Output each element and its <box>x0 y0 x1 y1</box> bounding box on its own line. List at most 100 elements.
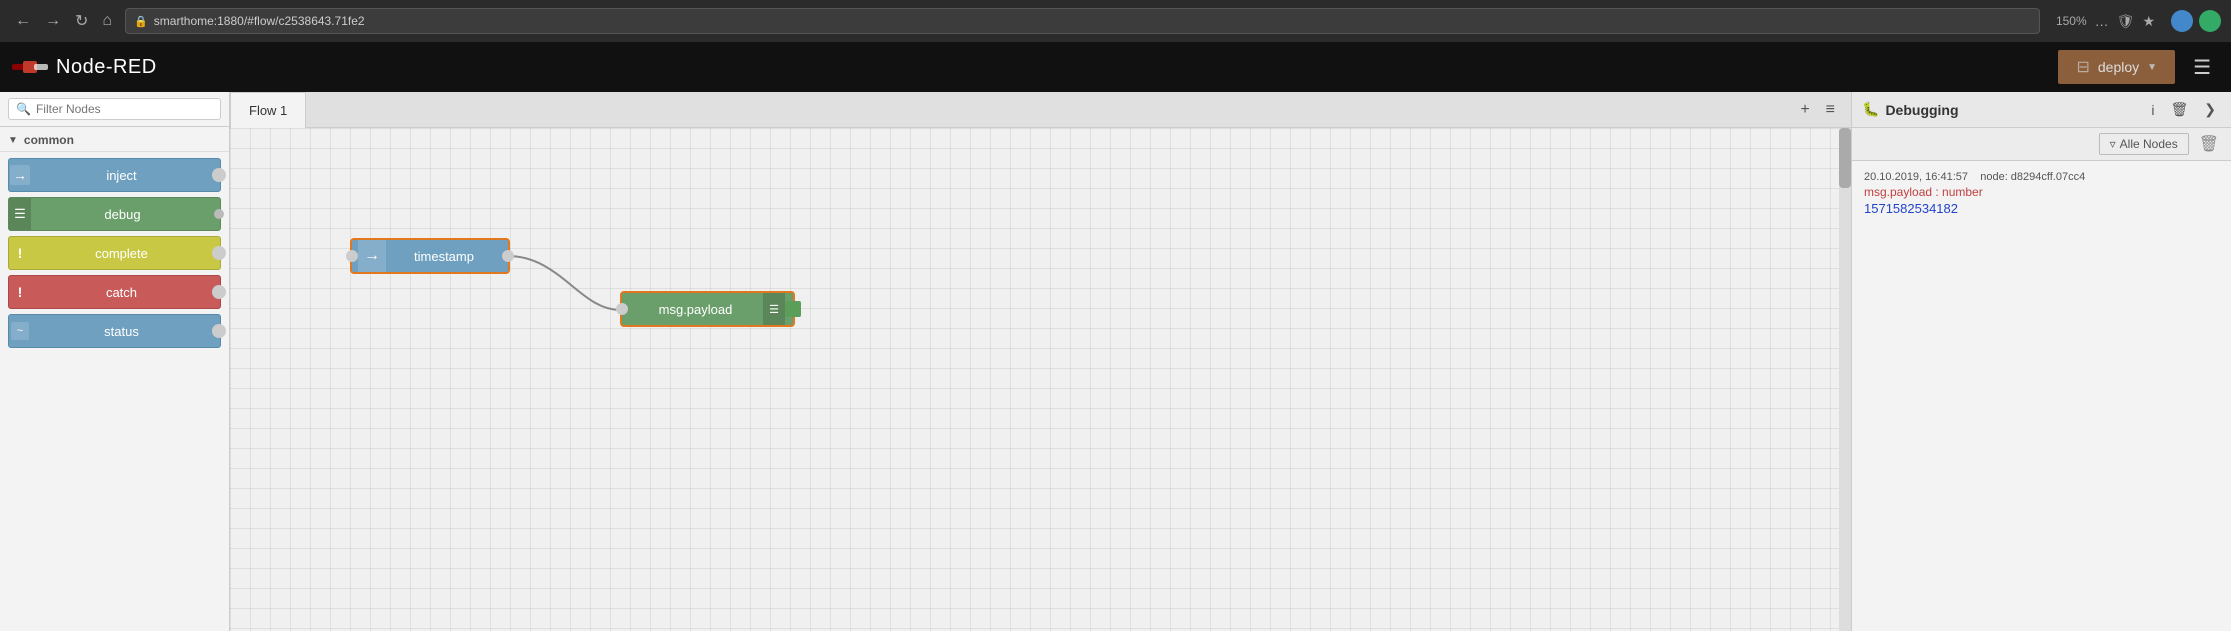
add-flow-button[interactable]: + <box>1794 99 1815 121</box>
refresh-button[interactable]: ↻ <box>70 9 93 33</box>
debug-clear-all-button[interactable]: 🗑 <box>2165 99 2193 120</box>
shield-icon[interactable]: 🛡 <box>2117 13 2135 30</box>
app-container: Node-RED ⊟ deploy ▼ ☰ 🔍 ▼ common <box>0 42 2231 631</box>
debug-menu-icon: ☰ <box>9 198 31 230</box>
deploy-label: deploy <box>2098 59 2139 75</box>
deploy-dropdown-arrow: ▼ <box>2147 62 2157 73</box>
more-options-icon[interactable]: … <box>2095 13 2109 29</box>
canvas-node-msgpayload[interactable]: msg.payload ☰ <box>620 291 795 327</box>
catch-output-port <box>212 285 226 299</box>
inject-icon: → <box>9 159 31 191</box>
complete-node-label: complete <box>31 246 212 261</box>
browser-profile-area <box>2171 10 2221 32</box>
complete-icon: ! <box>9 237 31 269</box>
canvas-wires <box>230 128 1851 631</box>
debug-node-id: node: d8294cff.07cc4 <box>1980 171 2085 183</box>
debug-clear-button[interactable]: 🗑 <box>2195 132 2223 156</box>
zoom-level: 150% <box>2056 14 2087 28</box>
debug-entry-meta: 20.10.2019, 16:41:57 node: d8294cff.07cc… <box>1864 171 2219 183</box>
deploy-button[interactable]: ⊟ deploy ▼ <box>2058 50 2175 84</box>
debug-panel: 🐛 Debugging i 🗑 ❯ ▿ Alle Nodes 🗑 20.10. <box>1851 92 2231 631</box>
inject-node-label: inject <box>31 168 212 183</box>
msgpayload-node-menu: ☰ <box>763 293 785 325</box>
logo-icon <box>12 56 48 78</box>
msgpayload-node-label: msg.payload <box>628 302 763 317</box>
debug-expand-button[interactable]: ❯ <box>2199 99 2221 120</box>
filter-nodes-input[interactable] <box>36 102 213 116</box>
debug-info-button[interactable]: i <box>2146 100 2159 120</box>
debug-panel-header: 🐛 Debugging i 🗑 ❯ <box>1852 92 2231 128</box>
url-text: smarthome:1880/#flow/c2538643.71fe2 <box>154 14 365 28</box>
inject-output-port <box>212 168 226 182</box>
sidebar-nodes: 🔍 ▼ common → inject <box>0 92 230 631</box>
debug-node-label: debug <box>31 207 214 222</box>
canvas-grid[interactable]: → timestamp msg.payload ☰ <box>230 128 1851 631</box>
filter-funnel-icon: ▿ <box>2110 137 2116 151</box>
debug-value[interactable]: 1571582534182 <box>1864 201 2219 216</box>
canvas-vertical-scrollbar[interactable] <box>1839 128 1851 631</box>
forward-button[interactable]: → <box>40 10 66 32</box>
flow-list-button[interactable]: ≡ <box>1820 99 1841 121</box>
browser-actions: … 🛡 ★ <box>2095 13 2155 30</box>
sidebar-node-inject[interactable]: → inject <box>8 158 221 192</box>
sidebar-filter-area: 🔍 <box>0 92 229 127</box>
debug-output-port <box>214 209 224 219</box>
user-avatar[interactable] <box>2171 10 2193 32</box>
debug-timestamp: 20.10.2019, 16:41:57 <box>1864 171 1968 183</box>
status-icon: ~ <box>9 315 31 347</box>
browser-nav-buttons: ← → ↻ ⌂ <box>10 9 117 33</box>
app-title: Node-RED <box>56 56 157 79</box>
back-button[interactable]: ← <box>10 10 36 32</box>
canvas-area: Flow 1 + ≡ → times <box>230 92 1851 631</box>
debug-content: 20.10.2019, 16:41:57 node: d8294cff.07cc… <box>1852 161 2231 631</box>
browser-chrome: ← → ↻ ⌂ 🔒 smarthome:1880/#flow/c2538643.… <box>0 0 2231 42</box>
catch-icon: ! <box>9 276 31 308</box>
debug-toolbar: ▿ Alle Nodes 🗑 <box>1852 128 2231 161</box>
nodes-list: → inject ☰ debug ! <box>0 152 229 631</box>
wire-timestamp-debug <box>508 256 620 310</box>
url-bar[interactable]: 🔒 smarthome:1880/#flow/c2538643.71fe2 <box>125 8 2040 34</box>
hamburger-menu-button[interactable]: ☰ <box>2185 51 2219 84</box>
sidebar-node-status[interactable]: ~ status <box>8 314 221 348</box>
canvas-tab-actions: + ≡ <box>1794 99 1851 121</box>
timestamp-node-icon: → <box>358 240 386 272</box>
complete-output-port <box>212 246 226 260</box>
canvas-scrollbar-thumb[interactable] <box>1839 128 1851 188</box>
sidebar-node-catch[interactable]: ! catch <box>8 275 221 309</box>
nodered-logo: Node-RED <box>12 56 157 79</box>
bookmark-icon[interactable]: ★ <box>2142 13 2155 30</box>
debug-bug-icon: 🐛 <box>1862 101 1879 118</box>
topbar-left: Node-RED <box>12 56 157 79</box>
filter-input-wrap[interactable]: 🔍 <box>8 98 221 120</box>
filter-label: Alle Nodes <box>2120 137 2178 151</box>
home-button[interactable]: ⌂ <box>97 10 117 32</box>
timestamp-input-port <box>346 250 358 262</box>
catch-node-label: catch <box>31 285 212 300</box>
status-output-port <box>212 324 226 338</box>
section-collapse-arrow[interactable]: ▼ <box>8 135 18 146</box>
topbar: Node-RED ⊟ deploy ▼ ☰ <box>0 42 2231 92</box>
debug-type-label: msg.payload : number <box>1864 185 2219 199</box>
sidebar-section-header: ▼ common <box>0 127 229 152</box>
timestamp-output-port <box>502 250 514 262</box>
debug-output-port <box>785 301 801 317</box>
section-label: common <box>24 133 74 147</box>
canvas-node-timestamp[interactable]: → timestamp <box>350 238 510 274</box>
sidebar-node-complete[interactable]: ! complete <box>8 236 221 270</box>
timestamp-node-label: timestamp <box>386 249 502 264</box>
canvas-tabs: Flow 1 + ≡ <box>230 92 1851 128</box>
user-avatar-2[interactable] <box>2199 10 2221 32</box>
status-node-label: status <box>31 324 212 339</box>
security-icon: 🔒 <box>134 15 148 28</box>
topbar-right: ⊟ deploy ▼ ☰ <box>2058 50 2219 84</box>
sidebar-node-debug[interactable]: ☰ debug <box>8 197 221 231</box>
search-icon: 🔍 <box>16 102 31 116</box>
debug-panel-title: Debugging <box>1885 102 2140 118</box>
flow-tab[interactable]: Flow 1 <box>230 92 306 128</box>
flow-tab-label: Flow 1 <box>249 103 287 118</box>
debug-filter-button[interactable]: ▿ Alle Nodes <box>2099 133 2189 155</box>
debug-input-port <box>616 303 628 315</box>
nodered-logo-svg <box>12 56 48 78</box>
debug-entry-0: 20.10.2019, 16:41:57 node: d8294cff.07cc… <box>1864 171 2219 216</box>
main-area: 🔍 ▼ common → inject <box>0 92 2231 631</box>
